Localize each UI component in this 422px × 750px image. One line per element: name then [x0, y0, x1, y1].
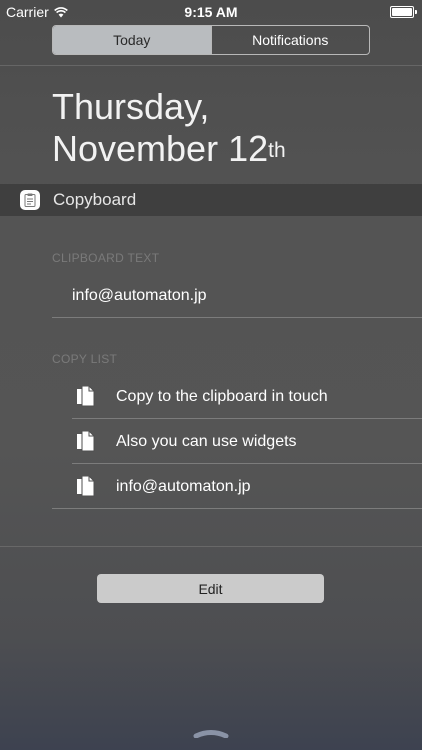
list-item-label: Copy to the clipboard in touch — [116, 387, 328, 405]
status-bar: Carrier 9:15 AM — [0, 0, 422, 22]
date-month-day: November 12th — [52, 128, 286, 170]
clipboard-icon — [20, 190, 40, 210]
tab-notifications[interactable]: Notifications — [210, 26, 370, 54]
document-copy-icon — [77, 475, 95, 496]
list-item[interactable]: info@automaton.jp — [72, 464, 422, 509]
date-heading: Thursday, November 12th — [52, 86, 286, 170]
divider — [52, 317, 422, 318]
list-item-label: Also you can use widgets — [116, 432, 297, 450]
clipboard-section-label: CLIPBOARD TEXT — [52, 251, 160, 265]
list-item-label: info@automaton.jp — [116, 477, 251, 495]
list-item[interactable]: Also you can use widgets — [72, 419, 422, 464]
edit-button[interactable]: Edit — [97, 574, 324, 603]
date-month-day-text: November 12 — [52, 128, 269, 169]
status-time: 9:15 AM — [184, 4, 238, 20]
document-copy-icon — [77, 430, 95, 451]
clipboard-text[interactable]: info@automaton.jp — [72, 287, 207, 305]
grabber-handle-icon[interactable] — [193, 728, 229, 738]
header-divider — [0, 65, 422, 66]
widget-header[interactable]: Copyboard — [0, 184, 422, 216]
copy-list-section-label: COPY LIST — [52, 352, 118, 366]
widget-title: Copyboard — [53, 190, 137, 209]
widget-bottom-divider — [0, 546, 422, 547]
battery-icon — [390, 6, 417, 18]
tab-today[interactable]: Today — [53, 26, 211, 54]
date-weekday: Thursday, — [52, 86, 210, 127]
document-copy-icon — [77, 385, 95, 406]
divider — [52, 508, 422, 509]
list-item[interactable]: Copy to the clipboard in touch — [72, 374, 422, 419]
date-ordinal-suffix: th — [268, 139, 286, 162]
today-notifications-segmented-control: Today Notifications — [52, 25, 370, 55]
